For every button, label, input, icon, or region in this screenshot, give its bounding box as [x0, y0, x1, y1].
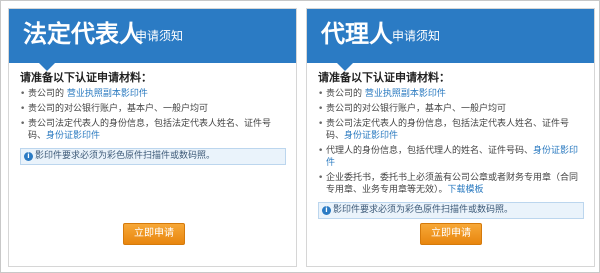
panel-header: 法定代表人 申请须知	[9, 9, 296, 71]
notice-text: 影印件要求必须为彩色原件扫描件或数码照。	[35, 151, 216, 161]
item-text: 贵公司的	[326, 89, 363, 99]
section-title: 请准备以下认证申请材料：	[318, 71, 450, 84]
section-title: 请准备以下认证申请材料：	[20, 71, 152, 84]
business-license-link[interactable]: 营业执照副本影印件	[365, 89, 446, 99]
list-item: 贵公司法定代表人的身份信息，包括法定代表人姓名、证件号码、身份证影印件	[318, 118, 584, 142]
item-text: 贵公司的对公银行账户，基本户、一般户均可	[326, 104, 507, 114]
panel-subtitle: 申请须知	[392, 29, 441, 43]
list-item: 贵公司的 营业执照副本影印件	[318, 88, 584, 100]
item-text: 贵公司的	[28, 89, 65, 99]
list-item: 企业委托书，委托书上必须盖有公司公章或者财务专用章（合同专用章、业务专用章等无效…	[318, 172, 584, 196]
item-text: 贵公司的对公银行账户，基本户、一般户均可	[28, 104, 209, 114]
apply-button[interactable]: 立即申请	[420, 223, 482, 245]
list-item: 贵公司的对公银行账户，基本户、一般户均可	[20, 103, 286, 115]
list-item: 贵公司法定代表人的身份信息，包括法定代表人姓名、证件号码、身份证影印件	[20, 118, 286, 142]
list-item: 贵公司的对公银行账户，基本户、一般户均可	[318, 103, 584, 115]
notice-bar: i 影印件要求必须为彩色原件扫描件或数码照。	[20, 148, 286, 165]
info-icon: i	[322, 206, 331, 215]
list-item: 代理人的身份信息，包括代理人的姓名、证件号码、身份证影印件	[318, 145, 584, 169]
info-icon: i	[24, 152, 33, 161]
agent-panel: 代理人 申请须知 请准备以下认证申请材料： 贵公司的 营业执照副本影印件 贵公司…	[306, 8, 595, 267]
panel-subtitle: 申请须知	[135, 29, 184, 43]
download-template-link[interactable]: 下载模板	[448, 185, 484, 195]
page-frame: 法定代表人 申请须知 请准备以下认证申请材料： 贵公司的 营业执照副本影印件 贵…	[0, 0, 600, 273]
panel-header: 代理人 申请须知	[307, 9, 594, 71]
notice-text: 影印件要求必须为彩色原件扫描件或数码照。	[333, 205, 514, 215]
id-card-link[interactable]: 身份证影印件	[46, 131, 100, 141]
legal-representative-panel: 法定代表人 申请须知 请准备以下认证申请材料： 贵公司的 营业执照副本影印件 贵…	[8, 8, 297, 267]
panel-body: 请准备以下认证申请材料： 贵公司的 营业执照副本影印件 贵公司的对公银行账户，基…	[307, 63, 594, 219]
item-text: 代理人的身份信息，包括代理人的姓名、证件号码、	[326, 146, 534, 156]
id-card-link[interactable]: 身份证影印件	[344, 131, 398, 141]
apply-button[interactable]: 立即申请	[123, 223, 185, 245]
panel-title: 法定代表人	[23, 20, 143, 48]
panel-title: 代理人	[321, 20, 393, 48]
panel-body: 请准备以下认证申请材料： 贵公司的 营业执照副本影印件 贵公司的对公银行账户，基…	[9, 63, 296, 165]
list-item: 贵公司的 营业执照副本影印件	[20, 88, 286, 100]
notice-bar: i 影印件要求必须为彩色原件扫描件或数码照。	[318, 202, 584, 219]
business-license-link[interactable]: 营业执照副本影印件	[67, 89, 148, 99]
